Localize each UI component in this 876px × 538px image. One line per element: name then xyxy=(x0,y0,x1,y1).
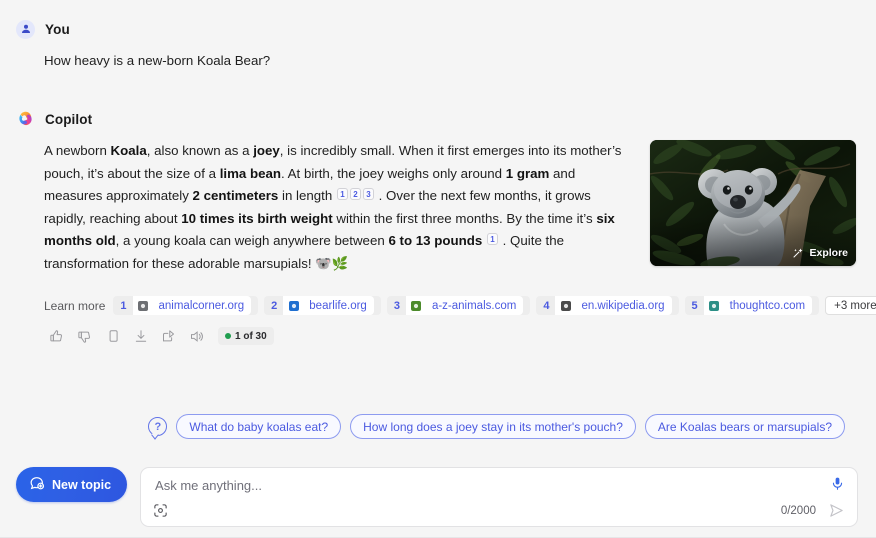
citation-number: 2 xyxy=(271,299,278,312)
explore-label: Explore xyxy=(809,247,848,259)
microphone-icon[interactable] xyxy=(830,476,845,496)
animalcorner-favicon xyxy=(137,300,149,311)
char-counter: 0/2000 xyxy=(780,504,816,517)
speaker-icon[interactable] xyxy=(184,324,209,349)
composer-bottom-row: 0/2000 xyxy=(153,502,845,519)
citation-number: 4 xyxy=(543,299,550,312)
user-author-label: You xyxy=(45,21,70,37)
new-chat-plus-icon xyxy=(29,475,45,494)
citation-domain: animalcorner.org xyxy=(158,299,245,312)
thumbs-up-icon[interactable] xyxy=(44,324,69,349)
user-message-text: How heavy is a new-born Koala Bear? xyxy=(44,53,271,68)
turn-counter-badge: 1 of 30 xyxy=(218,327,274,345)
answer-emphasis: lima bean xyxy=(219,165,282,181)
citation-domain: en.wikipedia.org xyxy=(581,299,665,312)
message-actions: 1 of 30 xyxy=(44,323,860,349)
sparkle-wand-icon xyxy=(792,247,804,259)
chat-transcript[interactable]: You How heavy is a new-born Koala Bear? xyxy=(0,0,876,448)
message-input-container[interactable]: Ask me anything... 0/2000 xyxy=(140,467,858,527)
suggestion-chip[interactable]: How long does a joey stay in its mother'… xyxy=(350,414,636,439)
thoughtco-favicon xyxy=(708,300,720,311)
citation-chip[interactable]: 1 animalcorner.org xyxy=(113,296,259,315)
turn-counter-label: 1 of 30 xyxy=(235,330,267,342)
copilot-logo-icon xyxy=(16,110,35,129)
answer-emphasis: joey xyxy=(253,143,280,158)
wikipedia-favicon xyxy=(560,300,572,311)
user-message-header: You xyxy=(16,14,860,44)
citation-number: 3 xyxy=(393,299,400,312)
new-topic-button[interactable]: New topic xyxy=(16,467,128,502)
assistant-answer-text: A newborn Koala, also known as a joey, i… xyxy=(44,140,636,275)
bearlife-favicon xyxy=(288,300,300,311)
explore-button[interactable]: Explore xyxy=(792,247,848,259)
thumbs-down-icon[interactable] xyxy=(72,324,97,349)
answer-text-run: in length xyxy=(278,188,336,203)
citation-chip[interactable]: 5 thoughtco.com xyxy=(684,296,820,315)
citation-domain: bearlife.org xyxy=(309,299,367,312)
answer-emphasis: 6 to 13 pounds xyxy=(388,233,483,248)
answer-emphasis: Koala xyxy=(110,143,147,158)
inline-citation-3[interactable]: 3 xyxy=(362,188,374,200)
citation-number: 1 xyxy=(120,299,127,312)
koala-hero-image[interactable]: Explore xyxy=(650,140,856,266)
inline-citation-1[interactable]: 1 xyxy=(486,233,498,245)
citation-number: 5 xyxy=(691,299,698,312)
answer-emphasis: 1 gram xyxy=(505,165,550,181)
citation-domain: a-z-animals.com xyxy=(431,299,517,312)
assistant-author-label: Copilot xyxy=(45,111,93,127)
user-message: You How heavy is a new-born Koala Bear? xyxy=(0,0,876,72)
answer-text-run: A newborn xyxy=(44,143,111,158)
answer-emphasis: 10 times its birth weight xyxy=(181,210,333,226)
suggestion-chips-row: ? What do baby koalas eat? How long does … xyxy=(0,414,876,439)
share-icon[interactable] xyxy=(156,324,181,349)
download-icon[interactable] xyxy=(128,324,153,349)
a-z-animals-favicon xyxy=(410,300,422,311)
inline-citation-1[interactable]: 1 xyxy=(336,188,348,200)
suggestion-chip[interactable]: Are Koalas bears or marsupials? xyxy=(644,414,845,439)
visual-search-icon[interactable] xyxy=(153,503,168,518)
answer-text-run: , a young koala can weigh anywhere betwe… xyxy=(115,233,389,248)
question-bubble-icon: ? xyxy=(148,417,168,436)
inline-citation-2[interactable]: 2 xyxy=(349,188,361,200)
copy-icon[interactable] xyxy=(100,324,125,349)
answer-emphasis: 2 centimeters xyxy=(192,188,279,203)
suggestion-chip[interactable]: What do baby koalas eat? xyxy=(176,414,342,439)
citation-domain: thoughtco.com xyxy=(729,299,806,312)
answer-text-run xyxy=(482,233,486,248)
send-arrow-icon[interactable] xyxy=(828,502,845,519)
assistant-message-header: Copilot xyxy=(16,104,860,134)
learn-more-row: Learn more 1 animalcorner.org 2 bearlife.or… xyxy=(44,296,876,315)
learn-more-label: Learn more xyxy=(44,298,106,313)
answer-text-run: . At birth, the joey weighs only around xyxy=(281,165,506,181)
new-topic-label: New topic xyxy=(52,477,112,492)
citation-chip[interactable]: 3 a-z-animals.com xyxy=(386,296,531,315)
status-dot-icon xyxy=(225,333,231,339)
person-avatar-icon xyxy=(16,19,35,39)
more-citations-button[interactable]: +3 more xyxy=(825,296,876,315)
citation-chip[interactable]: 2 bearlife.org xyxy=(264,296,381,315)
composer-bar: New topic Ask me anything... 0/2000 xyxy=(0,456,876,538)
message-input[interactable]: Ask me anything... xyxy=(155,478,843,493)
answer-text-run: within the first three months. By the ti… xyxy=(332,210,597,226)
answer-text-run: , also known as a xyxy=(146,143,254,158)
citation-chip[interactable]: 4 en.wikipedia.org xyxy=(536,296,679,315)
assistant-message: Copilot A newborn Koala, also known as a… xyxy=(0,72,876,349)
